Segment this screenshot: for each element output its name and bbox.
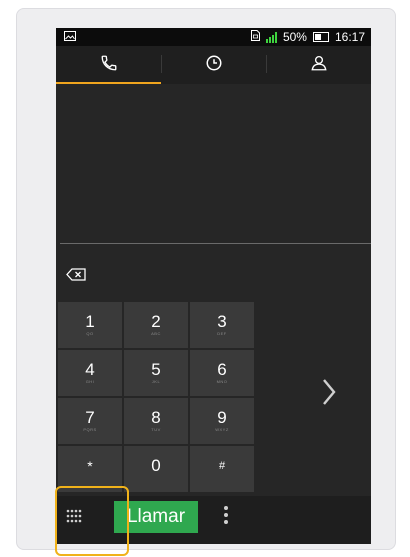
battery-percent: 50%: [282, 30, 307, 44]
key-digit: *: [87, 458, 93, 474]
key-letters: MNO: [216, 379, 228, 384]
key-digit: 5: [151, 360, 161, 379]
key-5[interactable]: 5 JKL: [124, 350, 188, 396]
tab-phone[interactable]: [56, 46, 161, 84]
tab-call-log[interactable]: [161, 46, 266, 84]
key-digit: 8: [151, 408, 161, 427]
key-digit: 9: [217, 408, 227, 427]
tab-contacts[interactable]: [266, 46, 371, 84]
status-bar: 50% 16:17: [56, 28, 371, 46]
key-hash[interactable]: #: [190, 446, 254, 492]
key-7[interactable]: 7 PQRS: [58, 398, 122, 444]
key-digit: #: [218, 460, 226, 472]
highlight-box: [55, 486, 129, 556]
key-letters: GHI: [85, 379, 95, 384]
key-8[interactable]: 8 TUV: [124, 398, 188, 444]
key-digit: 1: [85, 312, 95, 331]
dialer-tabs: [56, 46, 371, 84]
key-digit: 7: [85, 408, 95, 427]
key-3[interactable]: 3 DEF: [190, 302, 254, 348]
key-letters: JKL: [151, 379, 161, 384]
clock-icon: [205, 54, 223, 77]
dial-keypad: 1 QO 2 ABC 3 DEF 4 GHI 5 JKL 6 MNO 7 PQRS 8 TUV …: [58, 302, 254, 492]
key-digit: 4: [85, 360, 95, 379]
key-letters: TUV: [151, 427, 161, 432]
backspace-icon[interactable]: [66, 268, 86, 286]
phone-screen: 50% 16:17 1 QO 2 ABC 3DEF 4 GHI 5 JKL 6 …: [56, 28, 371, 544]
number-display[interactable]: [56, 84, 371, 244]
clock-time: 16:17: [334, 30, 365, 44]
contact-icon: [310, 54, 328, 77]
key-9[interactable]: 9 WXYZ: [190, 398, 254, 444]
chevron-right-icon[interactable]: [322, 378, 336, 411]
key-digit: 2: [151, 312, 161, 331]
key-letters: ABC: [151, 331, 161, 336]
key-digit: 3: [217, 312, 227, 331]
key-letters: QO: [86, 331, 94, 336]
gallery-notification-icon: [64, 30, 76, 44]
key-4[interactable]: 4 GHI: [58, 350, 122, 396]
key-letters: DEF: [217, 331, 227, 336]
phone-icon: [100, 54, 118, 77]
battery-icon: [312, 32, 329, 42]
key-1[interactable]: 1 QO: [58, 302, 122, 348]
backspace-row: [56, 244, 371, 294]
key-letters: PQRS: [83, 427, 97, 432]
key-2[interactable]: 2 ABC: [124, 302, 188, 348]
key-0[interactable]: 0: [124, 446, 188, 492]
key-digit: 6: [217, 360, 227, 379]
signal-icon: [265, 31, 277, 43]
key-digit: 0: [151, 456, 161, 475]
key-6[interactable]: 6 MNO: [190, 350, 254, 396]
key-letters: WXYZ: [215, 427, 229, 432]
sim-icon: [250, 30, 260, 44]
more-options-icon[interactable]: [224, 506, 228, 524]
